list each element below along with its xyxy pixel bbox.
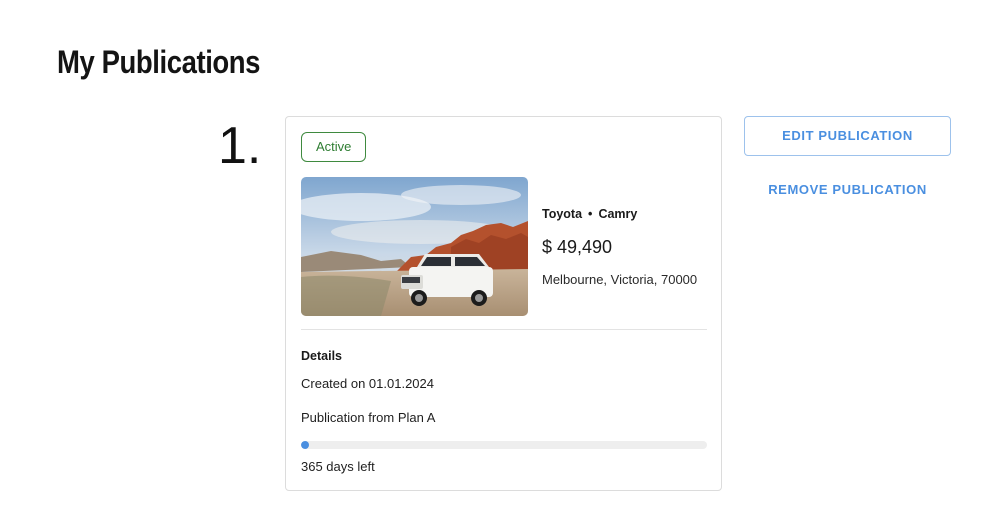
details-heading: Details [301, 349, 342, 363]
car-make: Toyota [542, 207, 583, 221]
remove-publication-button[interactable]: REMOVE PUBLICATION [744, 172, 951, 208]
publication-index: 1. [218, 117, 262, 175]
make-model: Toyota • Camry [542, 207, 637, 221]
publications-page: My Publications 1. Active Toyota • Camry… [0, 0, 994, 508]
car-photo [301, 177, 528, 316]
created-on: Created on 01.01.2024 [301, 376, 434, 391]
price: $ 49,490 [542, 237, 613, 257]
progress-bar [301, 441, 707, 449]
page-title: My Publications [57, 44, 261, 80]
days-left: 365 days left [301, 459, 375, 474]
plan-text: Publication from Plan A [301, 410, 436, 425]
car-model: Camry [598, 207, 638, 221]
separator-dot: • [588, 207, 593, 221]
location: Melbourne, Victoria, 70000 [542, 272, 698, 287]
status-badge: Active [301, 132, 367, 162]
publication-card: Active Toyota • Camry $ 49,490 Melbourne… [285, 116, 722, 491]
card-divider [301, 329, 707, 330]
edit-publication-button[interactable]: EDIT PUBLICATION [744, 116, 951, 156]
progress-fill [301, 441, 309, 449]
